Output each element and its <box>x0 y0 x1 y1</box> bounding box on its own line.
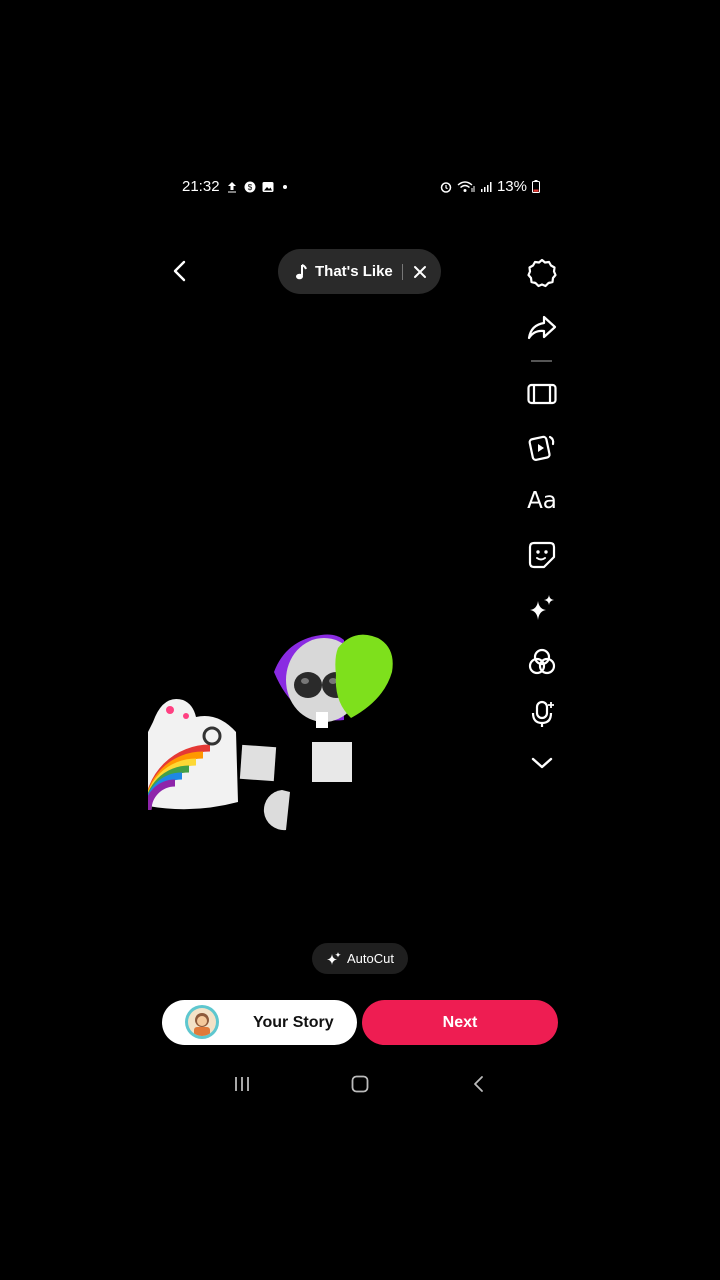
voice-effects-button[interactable] <box>524 696 560 732</box>
status-bar-left: 21:32 $ <box>182 178 287 195</box>
signal-icon <box>480 181 492 192</box>
avatar-illustration <box>194 1013 210 1036</box>
filters-icon <box>528 648 556 675</box>
battery-percent: 13% <box>496 178 527 195</box>
white-square-sticker[interactable] <box>238 743 278 783</box>
notification-dot <box>282 184 287 189</box>
white-square-sticker-2[interactable] <box>310 740 354 784</box>
svg-text:$: $ <box>247 183 252 192</box>
share-arrow-icon <box>527 315 557 340</box>
battery-icon <box>532 180 540 193</box>
video-cards-icon <box>528 435 555 461</box>
toolbar-divider <box>531 360 552 362</box>
recent-apps-button[interactable] <box>230 1072 254 1096</box>
chevron-down-icon <box>531 757 553 769</box>
your-story-label: Your Story <box>253 1013 334 1031</box>
heart-emoji-sticker[interactable] <box>266 630 416 735</box>
gear-icon <box>527 258 557 288</box>
divider <box>401 263 403 280</box>
text-icon: Aa <box>527 488 557 514</box>
recent-apps-icon <box>235 1077 249 1091</box>
screen-ratio-button[interactable] <box>524 376 560 412</box>
chevron-left-icon <box>173 260 186 282</box>
next-button[interactable]: Next <box>362 1000 558 1045</box>
music-selector[interactable]: That's Like <box>278 249 441 294</box>
rainbow-sticker[interactable] <box>148 692 240 812</box>
home-icon <box>351 1075 369 1093</box>
settings-button[interactable] <box>524 255 560 291</box>
upload-icon <box>227 181 236 192</box>
status-time: 21:32 <box>182 178 220 195</box>
templates-button[interactable] <box>524 429 560 465</box>
more-tools-button[interactable] <box>524 745 560 781</box>
white-circle-sticker[interactable] <box>256 788 292 832</box>
sticker-icon <box>528 541 556 569</box>
close-icon[interactable] <box>413 265 427 279</box>
back-icon <box>474 1076 483 1092</box>
screen-ratio-icon <box>527 383 557 405</box>
sparkle-icon <box>327 951 341 965</box>
autocut-label: AutoCut <box>347 951 394 966</box>
autocut-button[interactable]: AutoCut <box>312 943 408 974</box>
filters-button[interactable] <box>524 644 560 680</box>
gallery-icon <box>262 181 274 192</box>
voice-effects-icon <box>531 700 554 727</box>
home-button[interactable] <box>348 1072 372 1096</box>
sticker-button[interactable] <box>524 537 560 573</box>
alarm-icon <box>440 181 452 193</box>
messenger-icon: $ <box>244 181 256 192</box>
avatar-image <box>188 1008 216 1036</box>
sparkle-icon <box>530 595 554 620</box>
music-title: That's Like <box>315 263 393 280</box>
back-button[interactable] <box>166 257 194 285</box>
avatar <box>185 1005 219 1039</box>
text-button[interactable]: Aa <box>524 483 560 519</box>
share-button[interactable] <box>524 310 560 346</box>
effects-button[interactable] <box>524 590 560 626</box>
system-back-button[interactable] <box>466 1072 490 1096</box>
status-bar-right: 13% <box>440 178 540 195</box>
music-note-icon <box>296 263 307 279</box>
wifi-icon <box>457 180 475 192</box>
next-label: Next <box>442 1013 478 1031</box>
editor-screen: 21:32 $ 13% That's Like Aa AutoCut Your … <box>148 160 572 1120</box>
